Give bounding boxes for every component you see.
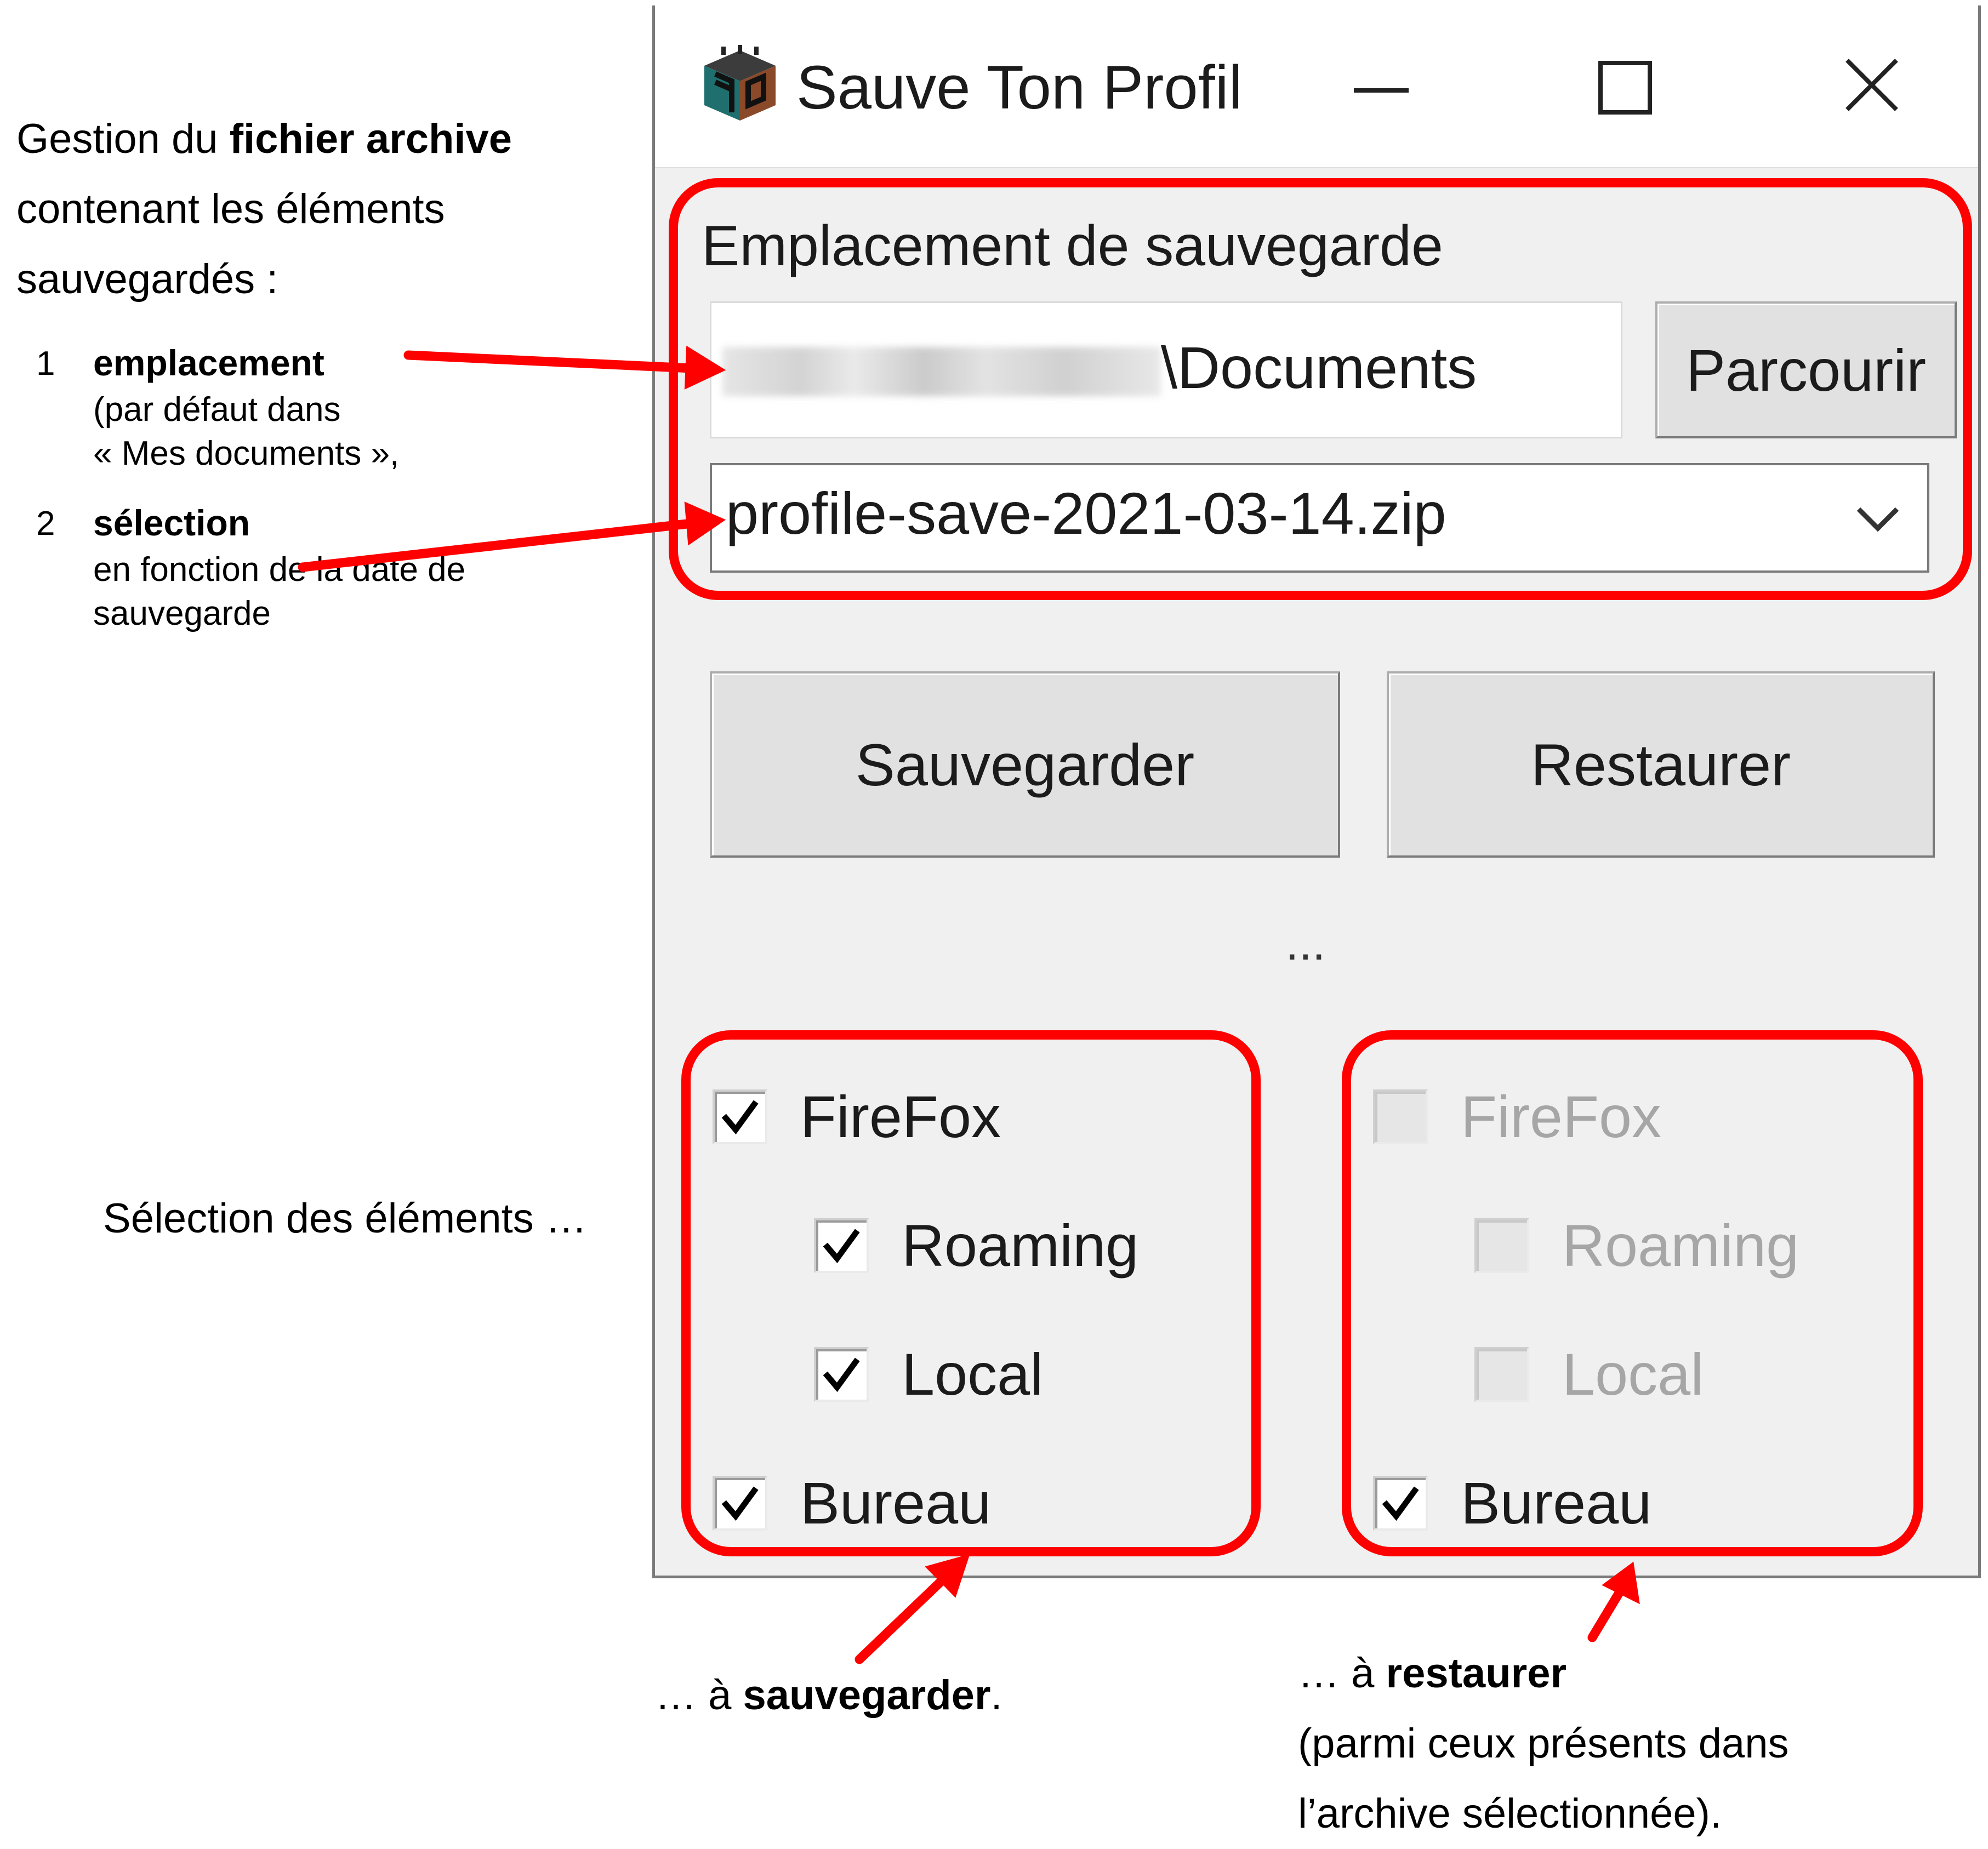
step-2-number: 2 (36, 505, 55, 543)
intro-line-2: contenant les éléments (16, 186, 445, 232)
window-title: Sauve Ton Profil (796, 53, 1243, 122)
highlight-save-items-box (681, 1030, 1261, 1556)
intro-line-1: Gestion du fichier archive (16, 116, 512, 162)
step-2-title: sélection (93, 503, 250, 543)
intro-line-3: sauvegardés : (16, 256, 278, 303)
highlight-restore-items-box (1342, 1030, 1923, 1556)
step-1-number: 1 (36, 345, 55, 383)
more-ellipsis: ... (1285, 916, 1326, 970)
step-1-text: (par défaut dans « Mes documents », (93, 391, 400, 472)
arrow-to-restore-items (1587, 1584, 1626, 1642)
title-bar: Sauve Ton Profil (655, 5, 1978, 168)
restore-button[interactable]: Restaurer (1387, 671, 1935, 858)
selection-caption: Sélection des éléments … (103, 1195, 587, 1242)
save-button[interactable]: Sauvegarder (710, 671, 1340, 858)
save-caption: … à sauvegarder. (655, 1672, 1002, 1719)
step-2-text: en fonction de la date de sauvegarde (93, 551, 466, 632)
maximize-icon[interactable] (1581, 38, 1669, 132)
intro-annotation: Gestion du fichier archive contenant les… (16, 104, 619, 315)
close-icon[interactable] (1828, 38, 1916, 132)
arrow-to-save-items (855, 1571, 952, 1664)
highlight-location-box (669, 178, 1972, 600)
app-icon (699, 44, 781, 126)
step-1-title: emplacement (93, 343, 324, 383)
minimize-icon[interactable] (1337, 38, 1425, 132)
arrow-to-location-field (403, 350, 697, 373)
restore-caption: … à restaurer (parmi ceux présents dans … (1298, 1650, 1789, 1837)
